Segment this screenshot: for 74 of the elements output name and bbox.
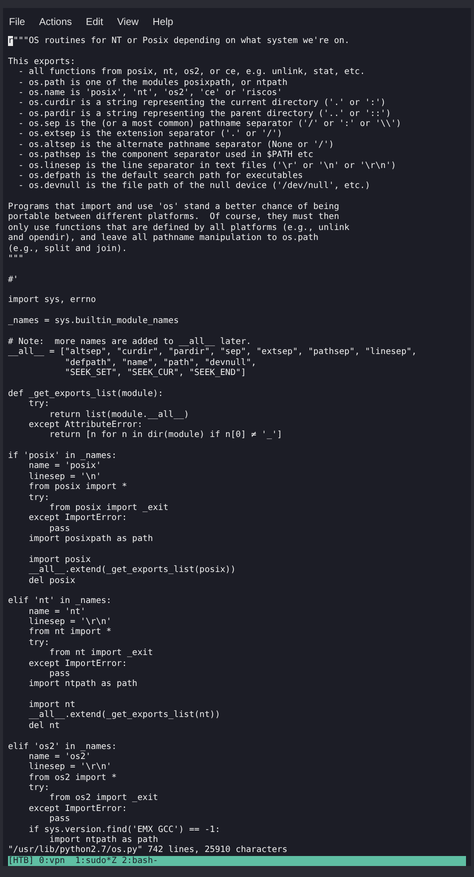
code-line: name = 'posix' [28, 461, 102, 472]
code-line: - os.sep is the (or a most common) pathname separator ('/' or ':' or '\\') [17, 119, 402, 129]
code-line: - os.pathsep is the component separator used in $PATH etc [17, 150, 314, 160]
code-line: (e.g., split and join). [8, 244, 127, 254]
code-line: if 'posix' in _names: [8, 451, 117, 461]
code-line: This exports: [8, 56, 76, 67]
code-line: - os.defpath is the default search path for executables [17, 170, 303, 181]
code-line: try: [28, 783, 50, 793]
code-line: return [n for n in dir(module) if n[0] ≠ '_'] [48, 430, 282, 440]
code-line: return list(module.__all__) [48, 410, 190, 420]
menu-item[interactable]: View [117, 14, 139, 30]
menu-item[interactable]: File [9, 14, 26, 30]
status-message: "/usr/lib/python2.7/os.py" 742 lines, 25910 characters [8, 845, 288, 856]
text-cursor: r [8, 36, 14, 46]
code-line: linesep = '\r\n' [28, 762, 112, 772]
code-line: import ntpath as path [28, 679, 138, 690]
code-line: elif 'nt' in _names: [8, 596, 112, 606]
code-line: - all functions from posix, nt, os2, or ce, e.g. unlink, stat, etc. [17, 67, 365, 78]
menu-item[interactable]: Edit [86, 14, 104, 30]
code-line: - os.devnull is the file path of the null device ('/dev/null', etc.) [17, 181, 370, 192]
code-line: - os.altsep is the alternate pathname separator (None or '/') [17, 140, 334, 150]
code-line: try: [28, 492, 50, 502]
code-line: portable between different platforms. Of course, they must then [8, 212, 340, 222]
code-line: from nt import _exit [48, 648, 153, 658]
code-line: if sys.version.find('EMX GCC') == -1: [28, 824, 220, 834]
code-line: pass [48, 524, 70, 534]
code-line: - os.extsep is the extension separator ('.' or '/') [17, 129, 282, 140]
code-line: import ntpath as path [48, 834, 158, 845]
code-line: del nt [28, 720, 60, 731]
code-line: name = 'os2' [28, 752, 91, 762]
code-line: Programs that import and use 'os' stand a better chance of being [8, 202, 340, 212]
code-line: except AttributeError: [28, 420, 143, 430]
code-line: - os.linesep is the line separator in text files ('\r' or '\n' or '\r\n') [17, 160, 396, 170]
code-line: elif 'os2' in _names: [8, 742, 117, 752]
code-line: "SEEK_SET", "SEEK_CUR", "SEEK_END"] [64, 368, 246, 378]
code-line: - os.name is 'posix', 'nt', 'os2', 'ce' or 'riscos' [17, 88, 282, 98]
code-line: name = 'nt' [28, 606, 86, 617]
code-line: import posix [28, 554, 91, 565]
code-line: #' [8, 274, 18, 285]
code-line: pass [48, 814, 70, 824]
code-line: from posix import _exit [48, 502, 168, 513]
code-line: _names = sys.builtin_module_names [8, 316, 179, 326]
code-line: import nt [28, 700, 76, 710]
code-line: except ImportError: [28, 658, 127, 668]
code-line: and opendir), and leave all pathname manipulation to os.path [8, 233, 318, 244]
code-line: - os.curdir is a string representing the current directory ('.' or ':') [17, 98, 386, 108]
code-line: import posixpath as path [28, 534, 153, 544]
code-line: try: [28, 638, 50, 648]
code-line: linesep = '\n' [28, 472, 102, 482]
code-line: from os2 import _exit [48, 793, 158, 804]
code-line: pass [48, 668, 70, 679]
code-line: - os.path is one of the modules posixpath, or ntpath [17, 78, 288, 88]
code-line: import sys, errno [8, 295, 96, 306]
code-line: from nt import * [28, 627, 112, 638]
code-line: except ImportError: [28, 804, 127, 814]
code-line: """OS routines for NT or Posix depending on what system we're on. [13, 36, 350, 46]
code-line: from posix import * [28, 482, 127, 492]
code-line: def _get_exports_list(module): [8, 388, 164, 399]
code-line: del posix [28, 576, 76, 586]
code-line: from os2 import * [28, 772, 117, 783]
code-line: __all__.extend(_get_exports_list(nt)) [28, 710, 220, 720]
menu-item[interactable]: Help [152, 14, 174, 30]
code-line: # Note: more names are added to __all__ later. [8, 336, 252, 347]
code-line: linesep = '\r\n' [28, 617, 112, 627]
code-line: except ImportError: [28, 513, 127, 524]
code-line: __all__ = ["altsep", "curdir", "pardir", "sep", "extsep", "pathsep", "linesep", [8, 347, 417, 358]
code-line: "defpath", "name", "path", "devnull", [64, 358, 256, 368]
code-line: __all__.extend(_get_exports_list(posix)) [28, 565, 236, 576]
code-line: try: [28, 399, 50, 410]
menu-item[interactable]: Actions [39, 14, 72, 30]
status-bar-text: [HTB] 0:vpn 1:sudo*Z 2:bash- [8, 856, 158, 866]
code-line: only use functions that are defined by all platforms (e.g., unlink [8, 222, 350, 233]
code-line: - os.pardir is a string representing the parent directory ('..' or '::') [17, 108, 391, 119]
code-line: """ [8, 254, 24, 264]
